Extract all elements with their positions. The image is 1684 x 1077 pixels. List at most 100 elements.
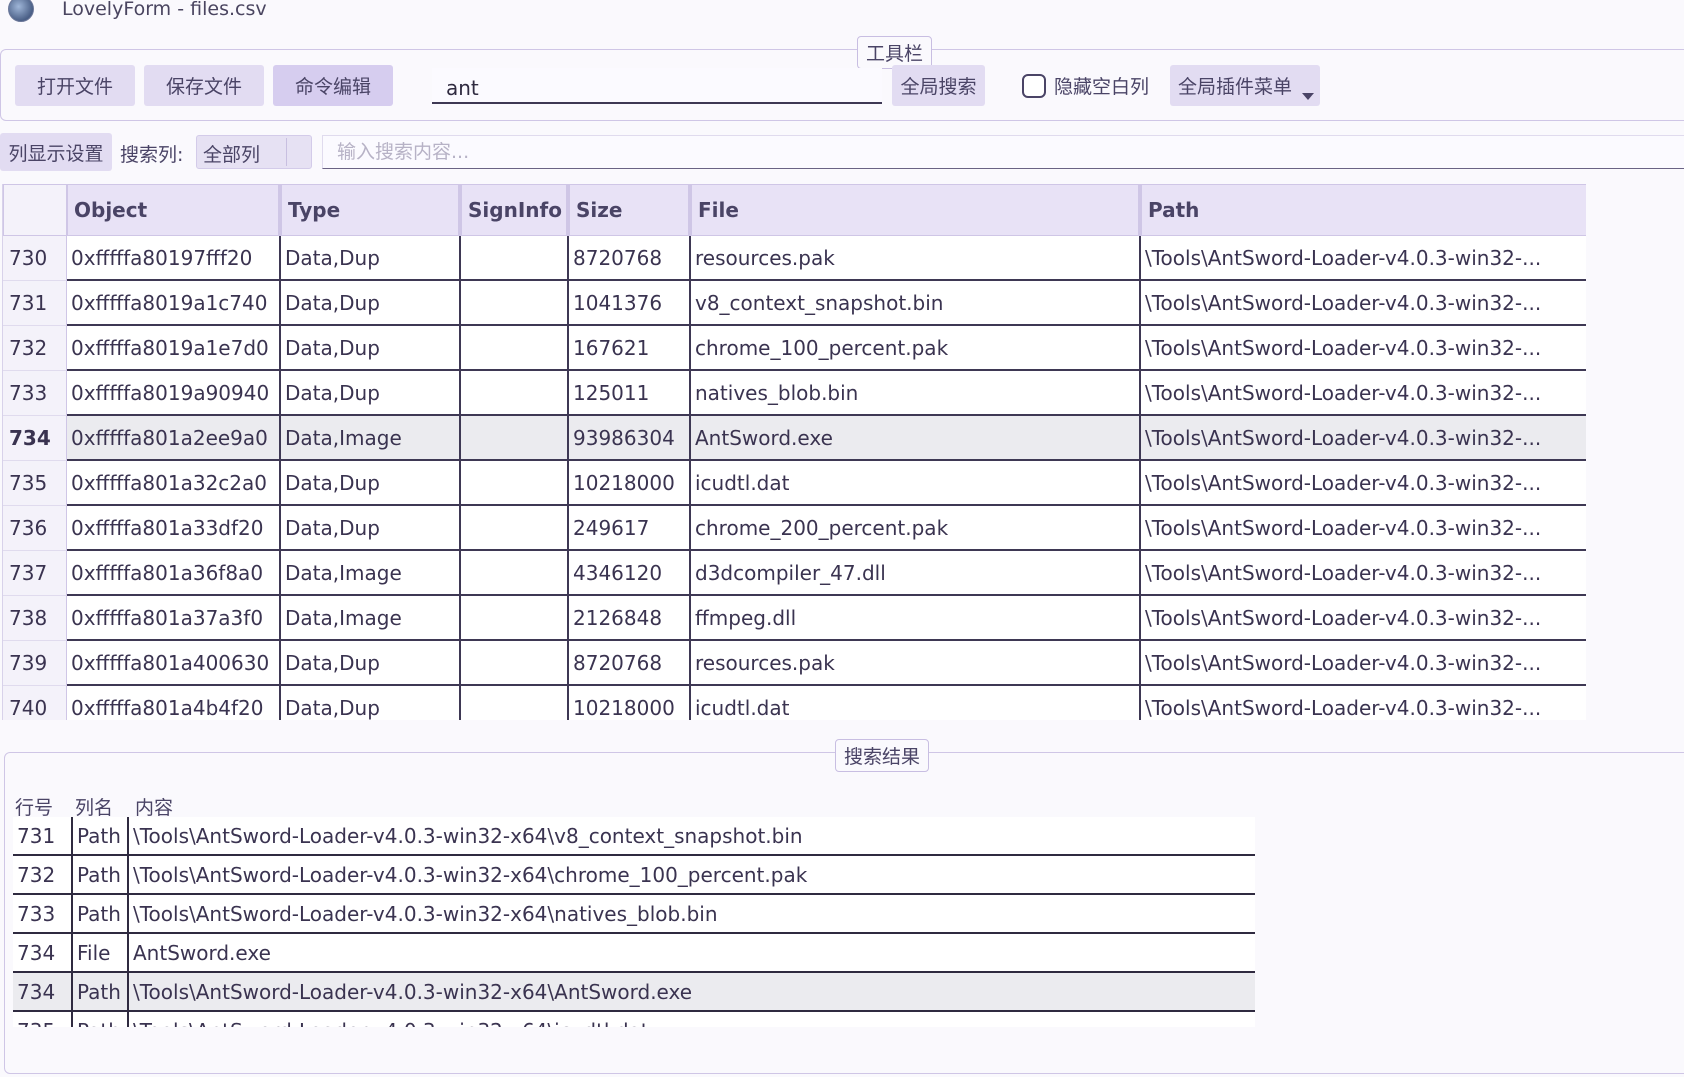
row-number[interactable]: 740 — [3, 686, 67, 720]
result-cell-column[interactable]: Path — [73, 856, 129, 895]
data-grid[interactable]: Object Type SignInfo Size File Path 730 0… — [2, 184, 1586, 720]
global-plugin-menu-button[interactable]: 全局插件菜单 — [1170, 65, 1320, 106]
cell-type[interactable]: Data,Dup — [281, 686, 461, 720]
cell-file[interactable]: icudtl.dat — [691, 686, 1141, 720]
cell-signinfo[interactable] — [461, 641, 569, 686]
result-cell-line[interactable]: 733 — [13, 895, 73, 934]
table-row[interactable]: 731 0xfffffa8019a1c740 Data,Dup 1041376 v8_c… — [3, 281, 1586, 326]
cell-signinfo[interactable] — [461, 326, 569, 371]
cell-type[interactable]: Data,Dup — [281, 641, 461, 686]
cell-size[interactable]: 93986304 — [569, 416, 691, 461]
column-header-signinfo[interactable]: SignInfo — [461, 184, 569, 236]
cell-size[interactable]: 249617 — [569, 506, 691, 551]
row-number[interactable]: 739 — [3, 641, 67, 686]
result-cell-content[interactable]: \Tools\AntSword-Loader-v4.0.3-win32-x64\… — [129, 856, 1255, 895]
cell-type[interactable]: Data,Dup — [281, 506, 461, 551]
grid-corner[interactable] — [3, 184, 67, 236]
table-row[interactable]: 730 0xfffffa80197fff20 Data,Dup 8720768 reso… — [3, 236, 1586, 281]
table-row[interactable]: 737 0xfffffa801a36f8a0 Data,Image 4346120 d3… — [3, 551, 1586, 596]
hide-empty-columns-checkbox[interactable] — [1022, 73, 1046, 98]
cell-type[interactable]: Data,Dup — [281, 236, 461, 281]
cell-type[interactable]: Data,Dup — [281, 326, 461, 371]
result-cell-line[interactable]: 734 — [13, 973, 73, 1012]
cell-path[interactable]: \Tools\AntSword-Loader-v4.0.3-win32-... — [1141, 281, 1586, 326]
cell-object[interactable]: 0xfffffa801a400630 — [67, 641, 281, 686]
cell-size[interactable]: 8720768 — [569, 641, 691, 686]
column-header-type[interactable]: Type — [281, 184, 461, 236]
cell-size[interactable]: 10218000 — [569, 461, 691, 506]
cell-object[interactable]: 0xfffffa801a4b4f20 — [67, 686, 281, 720]
cell-size[interactable]: 4346120 — [569, 551, 691, 596]
cell-object[interactable]: 0xfffffa8019a1e7d0 — [67, 326, 281, 371]
cell-signinfo[interactable] — [461, 416, 569, 461]
result-cell-content[interactable]: \Tools\AntSword-Loader-v4.0.3-win32-x64\… — [129, 973, 1255, 1012]
cell-type[interactable]: Data,Dup — [281, 461, 461, 506]
result-cell-column[interactable]: Path — [73, 817, 129, 856]
cell-path[interactable]: \Tools\AntSword-Loader-v4.0.3-win32-... — [1141, 641, 1586, 686]
cell-signinfo[interactable] — [461, 551, 569, 596]
cell-file[interactable]: natives_blob.bin — [691, 371, 1141, 416]
table-row[interactable]: 734 0xfffffa801a2ee9a0 Data,Image 93986304 A… — [3, 416, 1586, 461]
table-row[interactable]: 736 0xfffffa801a33df20 Data,Dup 249617 chrom… — [3, 506, 1586, 551]
cell-object[interactable]: 0xfffffa8019a90940 — [67, 371, 281, 416]
cell-file[interactable]: chrome_200_percent.pak — [691, 506, 1141, 551]
search-column-select[interactable]: 全部列 — [196, 135, 312, 169]
command-edit-button[interactable]: 命令编辑 — [273, 65, 393, 106]
cell-path[interactable]: \Tools\AntSword-Loader-v4.0.3-win32-... — [1141, 236, 1586, 281]
cell-path[interactable]: \Tools\AntSword-Loader-v4.0.3-win32-... — [1141, 686, 1586, 720]
result-cell-line[interactable]: 732 — [13, 856, 73, 895]
row-number[interactable]: 731 — [3, 281, 67, 326]
table-row[interactable]: 733 0xfffffa8019a90940 Data,Dup 125011 nativ… — [3, 371, 1586, 416]
table-row[interactable]: 732 0xfffffa8019a1e7d0 Data,Dup 167621 chrom… — [3, 326, 1586, 371]
cell-path[interactable]: \Tools\AntSword-Loader-v4.0.3-win32-... — [1141, 596, 1586, 641]
row-number[interactable]: 730 — [3, 236, 67, 281]
cell-size[interactable]: 125011 — [569, 371, 691, 416]
cell-size[interactable]: 2126848 — [569, 596, 691, 641]
cell-file[interactable]: AntSword.exe — [691, 416, 1141, 461]
cell-signinfo[interactable] — [461, 686, 569, 720]
cell-file[interactable]: chrome_100_percent.pak — [691, 326, 1141, 371]
cell-file[interactable]: d3dcompiler_47.dll — [691, 551, 1141, 596]
cell-object[interactable]: 0xfffffa8019a1c740 — [67, 281, 281, 326]
cell-path[interactable]: \Tools\AntSword-Loader-v4.0.3-win32-... — [1141, 506, 1586, 551]
results-list[interactable]: 731 Path \Tools\AntSword-Loader-v4.0.3-win… — [5, 817, 1255, 1027]
column-header-path[interactable]: Path — [1141, 184, 1586, 236]
cell-size[interactable]: 1041376 — [569, 281, 691, 326]
table-row[interactable]: 739 0xfffffa801a400630 Data,Dup 8720768 reso… — [3, 641, 1586, 686]
command-input[interactable] — [432, 68, 882, 104]
cell-file[interactable]: resources.pak — [691, 641, 1141, 686]
cell-path[interactable]: \Tools\AntSword-Loader-v4.0.3-win32-... — [1141, 326, 1586, 371]
cell-type[interactable]: Data,Image — [281, 416, 461, 461]
result-cell-content[interactable]: \Tools\AntSword-Loader-v4.0.3-win32-x64\… — [129, 817, 1255, 856]
cell-path[interactable]: \Tools\AntSword-Loader-v4.0.3-win32-... — [1141, 461, 1586, 506]
row-number[interactable]: 738 — [3, 596, 67, 641]
row-number[interactable]: 736 — [3, 506, 67, 551]
search-input[interactable] — [322, 135, 1684, 169]
cell-path[interactable]: \Tools\AntSword-Loader-v4.0.3-win32-... — [1141, 371, 1586, 416]
result-row[interactable]: 734 Path \Tools\AntSword-Loader-v4.0.3-win… — [13, 973, 1255, 1012]
save-file-button[interactable]: 保存文件 — [144, 65, 264, 106]
cell-path[interactable]: \Tools\AntSword-Loader-v4.0.3-win32-... — [1141, 551, 1586, 596]
row-number[interactable]: 734 — [3, 416, 67, 461]
row-number[interactable]: 732 — [3, 326, 67, 371]
row-number[interactable]: 733 — [3, 371, 67, 416]
cell-signinfo[interactable] — [461, 461, 569, 506]
cell-size[interactable]: 10218000 — [569, 686, 691, 720]
result-cell-content[interactable]: AntSword.exe — [129, 934, 1255, 973]
hide-empty-columns-toggle[interactable]: 隐藏空白列 — [1022, 72, 1149, 99]
cell-size[interactable]: 8720768 — [569, 236, 691, 281]
cell-type[interactable]: Data,Dup — [281, 281, 461, 326]
column-header-file[interactable]: File — [691, 184, 1141, 236]
cell-object[interactable]: 0xfffffa80197fff20 — [67, 236, 281, 281]
cell-type[interactable]: Data,Image — [281, 596, 461, 641]
result-cell-column[interactable]: Path — [73, 973, 129, 1012]
table-row[interactable]: 735 0xfffffa801a32c2a0 Data,Dup 10218000 icu… — [3, 461, 1586, 506]
result-row[interactable]: 732 Path \Tools\AntSword-Loader-v4.0.3-win… — [13, 856, 1255, 895]
result-cell-content[interactable]: \Tools\AntSword-Loader-v4.0.3-win32-x64\… — [129, 1012, 1255, 1027]
cell-signinfo[interactable] — [461, 371, 569, 416]
result-cell-column[interactable]: Path — [73, 895, 129, 934]
cell-type[interactable]: Data,Image — [281, 551, 461, 596]
open-file-button[interactable]: 打开文件 — [15, 65, 135, 106]
cell-signinfo[interactable] — [461, 596, 569, 641]
cell-file[interactable]: v8_context_snapshot.bin — [691, 281, 1141, 326]
